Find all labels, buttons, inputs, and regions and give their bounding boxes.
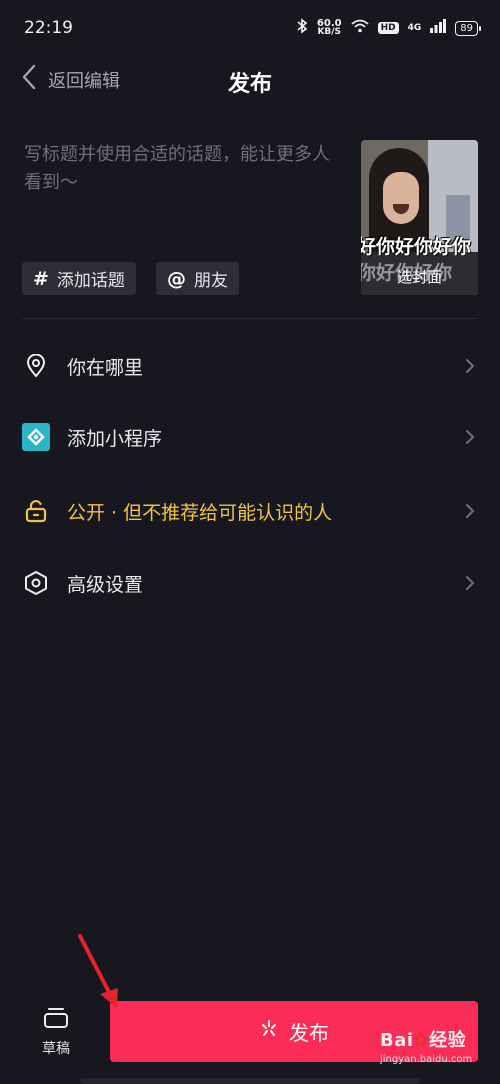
visibility-label: 公开 · 但不推荐给可能认识的人 — [67, 501, 333, 524]
paw-icon: ✿ — [413, 1030, 430, 1051]
visibility-row[interactable]: 公开 · 但不推荐给可能认识的人 — [22, 490, 478, 532]
unlock-icon — [22, 497, 50, 525]
net-speed-unit: KB/S — [317, 27, 342, 37]
watermark-brand-b: 经验 — [429, 1030, 467, 1051]
add-topic-label: 添加话题 — [56, 271, 125, 291]
location-pin-icon — [22, 352, 50, 380]
bluetooth-icon — [296, 18, 308, 38]
cover-face — [383, 172, 419, 224]
page-title: 发布 — [227, 72, 272, 97]
location-row[interactable]: 你在哪里 — [22, 345, 478, 387]
watermark-brand-a: Bai — [380, 1030, 414, 1051]
add-topic-button[interactable]: # 添加话题 — [22, 262, 136, 295]
location-label: 你在哪里 — [67, 356, 144, 379]
annotation-arrow — [70, 928, 130, 1017]
chevron-right-icon — [462, 429, 478, 445]
settings-hexagon-icon — [22, 569, 50, 597]
status-icons: 60.0 KB/S HD 4G 89 — [296, 18, 481, 38]
publish-label: 发布 — [289, 1021, 329, 1045]
mini-program-label: 添加小程序 — [67, 427, 163, 450]
cover-meme-text: 好你好你好你 — [361, 236, 472, 258]
signal-icon — [430, 19, 447, 37]
network-type: 4G — [407, 23, 422, 33]
mention-friend-label: 朋友 — [194, 271, 228, 291]
at-icon: @ — [167, 267, 186, 290]
mention-friend-button[interactable]: @ 朋友 — [156, 262, 239, 295]
wifi-icon — [351, 19, 369, 37]
net-speed: 60.0 KB/S — [317, 19, 342, 37]
baidu-watermark: Bai✿经验 jingyan.baidu.com — [380, 1026, 492, 1078]
mini-program-icon — [22, 423, 50, 451]
mini-program-row[interactable]: 添加小程序 — [22, 416, 478, 458]
drafts-label: 草稿 — [42, 1041, 70, 1057]
hd-badge: HD — [377, 22, 399, 34]
home-indicator — [80, 1078, 420, 1084]
select-cover-label: 选封面 — [396, 268, 442, 286]
cover-selector[interactable]: 好你好你好你 你好你好你 选封面 — [361, 140, 478, 295]
caption-input[interactable]: 写标题并使用合适的话题，能让更多人看到～ — [24, 141, 346, 197]
hashtag-icon: # — [33, 267, 49, 290]
chevron-right-icon — [462, 358, 478, 374]
chevron-right-icon — [462, 575, 478, 591]
advanced-settings-row[interactable]: 高级设置 — [22, 562, 478, 604]
watermark-brand: Bai✿经验 — [380, 1026, 492, 1052]
advanced-settings-label: 高级设置 — [67, 573, 144, 596]
battery-indicator: 89 — [455, 20, 481, 36]
sparkle-icon — [259, 1019, 279, 1044]
draft-box-icon — [43, 1008, 69, 1034]
divider — [22, 318, 478, 319]
status-time: 22:19 — [24, 18, 73, 38]
watermark-url: jingyan.baidu.com — [380, 1054, 473, 1065]
chevron-right-icon — [462, 503, 478, 519]
